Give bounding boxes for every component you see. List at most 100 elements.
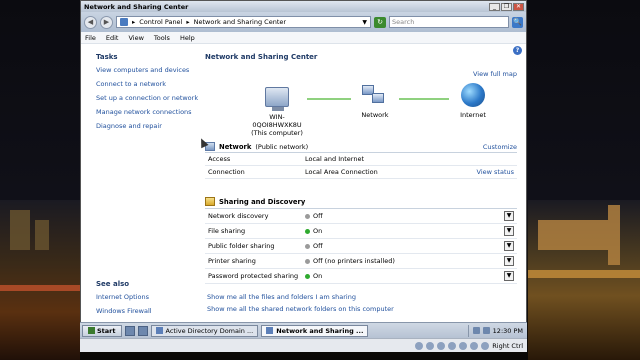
menu-view[interactable]: View	[128, 34, 143, 42]
menu-edit[interactable]: Edit	[106, 34, 119, 42]
status-on-icon	[305, 273, 310, 279]
maximize-button[interactable]: ❐	[501, 2, 512, 11]
map-node-internet[interactable]: Internet	[453, 83, 493, 119]
expand-password-sharing-button[interactable]: ▼	[504, 271, 514, 281]
close-button[interactable]: ✕	[513, 2, 524, 11]
quicklaunch-desktop-icon[interactable]	[137, 325, 148, 336]
system-tray: 12:30 PM	[467, 324, 527, 337]
task-view-computers[interactable]: View computers and devices	[96, 66, 206, 74]
breadcrumb-control-panel[interactable]: Control Panel	[139, 18, 182, 26]
tasks-panel: Tasks View computers and devices Connect…	[96, 53, 206, 136]
breadcrumb-sep-2: ▸	[186, 18, 190, 26]
network-section: Network (Public network) Customize Acces…	[205, 141, 517, 179]
internet-label: Internet	[460, 111, 486, 119]
expand-public-folder-button[interactable]: ▼	[504, 241, 514, 251]
row-value-text: Off (no printers installed)	[313, 257, 395, 265]
sharing-row: Public folder sharing Off ▼	[205, 239, 517, 254]
windows-logo-icon	[88, 327, 95, 334]
link-internet-options[interactable]: Internet Options	[96, 293, 206, 301]
see-also-panel: See also Internet Options Windows Firewa…	[96, 280, 206, 321]
expand-printer-sharing-button[interactable]: ▼	[504, 256, 514, 266]
task-network-sharing[interactable]: Network and Sharing ...	[261, 324, 369, 337]
sharing-heading: Sharing and Discovery	[219, 197, 306, 206]
row-value-text: Off	[313, 242, 323, 250]
forward-button[interactable]: ▶	[100, 15, 113, 29]
sharing-row: File sharing On ▼	[205, 224, 517, 239]
sharing-section-header: Sharing and Discovery	[205, 195, 517, 209]
view-full-map-link[interactable]: View full map	[473, 70, 517, 78]
quicklaunch-server-icon[interactable]	[124, 325, 135, 336]
title-bar: Network and Sharing Center _ ❐ ✕	[81, 1, 526, 12]
vm-status-bar: Right Ctrl	[80, 338, 527, 352]
address-dropdown-icon[interactable]: ▼	[362, 19, 367, 26]
expand-file-sharing-button[interactable]: ▼	[504, 226, 514, 236]
network-label: Network	[361, 111, 389, 119]
task-label: Network and Sharing ...	[276, 326, 364, 335]
menu-help[interactable]: Help	[180, 34, 195, 42]
map-node-computer[interactable]: WIN-0QOI8HWXK8U (This computer)	[245, 87, 309, 137]
network-type: (Public network)	[255, 142, 309, 151]
customize-link[interactable]: Customize	[483, 143, 517, 151]
task-diagnose-repair[interactable]: Diagnose and repair	[96, 122, 206, 130]
start-button[interactable]: Start	[82, 324, 122, 337]
address-field[interactable]: ▸ Control Panel ▸ Network and Sharing Ce…	[116, 16, 371, 28]
map-node-network[interactable]: Network	[355, 85, 395, 119]
row-value: Off (no printers installed)	[305, 257, 504, 265]
start-label: Start	[97, 326, 116, 335]
network-row-connection: Connection Local Area Connection View st…	[205, 166, 517, 179]
view-status-link[interactable]: View status	[477, 168, 517, 176]
sharing-row: Network discovery Off ▼	[205, 209, 517, 224]
sharing-icon	[205, 197, 215, 206]
bottom-links: Show me all the files and folders I am s…	[207, 293, 394, 317]
menu-tools[interactable]: Tools	[154, 34, 170, 42]
row-key: Printer sharing	[208, 257, 256, 265]
vm-mouse-icon	[481, 341, 490, 350]
refresh-button[interactable]: ↻	[374, 16, 386, 28]
minimize-button[interactable]: _	[489, 2, 500, 11]
search-icon[interactable]: 🔍	[512, 16, 523, 28]
tray-network-icon[interactable]	[472, 327, 480, 334]
vm-display-icon	[470, 341, 479, 350]
link-windows-firewall[interactable]: Windows Firewall	[96, 307, 206, 315]
vm-usb-icon	[437, 341, 446, 350]
network-task-icon	[266, 327, 274, 334]
taskbar: Start Active Directory Domain ... Networ…	[80, 322, 527, 338]
breadcrumb-sep-1: ▸	[132, 18, 136, 26]
show-shared-folders-link[interactable]: Show me all the shared network folders o…	[207, 305, 394, 313]
desktop-city-right	[528, 200, 640, 360]
clock[interactable]: 12:30 PM	[493, 327, 523, 335]
globe-icon	[461, 83, 485, 107]
task-label: Active Directory Domain ...	[165, 326, 254, 335]
task-active-directory[interactable]: Active Directory Domain ...	[150, 324, 259, 337]
row-value-text: Off	[313, 212, 323, 220]
tray-volume-icon[interactable]	[482, 327, 490, 334]
show-shared-files-link[interactable]: Show me all the files and folders I am s…	[207, 293, 394, 301]
network-map: WIN-0QOI8HWXK8U (This computer) Network …	[205, 81, 517, 141]
vm-cd-icon	[426, 341, 435, 350]
row-value: Local and Internet	[305, 155, 365, 163]
row-value-text: On	[313, 272, 323, 280]
network-section-header: Network (Public network) Customize	[205, 141, 517, 153]
task-manage-connections[interactable]: Manage network connections	[96, 108, 206, 116]
row-value: On	[305, 227, 504, 235]
status-on-icon	[305, 228, 310, 234]
window-title: Network and Sharing Center	[84, 2, 189, 11]
search-input[interactable]: Search	[389, 16, 509, 28]
task-setup-connection[interactable]: Set up a connection or network	[96, 94, 206, 102]
sharing-row: Password protected sharing On ▼	[205, 269, 517, 284]
back-button[interactable]: ◀	[84, 15, 97, 29]
network-name: Network	[219, 142, 252, 151]
row-value: On	[305, 272, 504, 280]
expand-network-discovery-button[interactable]: ▼	[504, 211, 514, 221]
computer-icon	[265, 87, 289, 111]
menu-file[interactable]: File	[85, 34, 96, 42]
vm-shared-icon	[459, 341, 468, 350]
row-key: Password protected sharing	[208, 272, 299, 280]
vm-network-icon	[448, 341, 457, 350]
see-also-heading: See also	[96, 280, 130, 288]
task-connect-network[interactable]: Connect to a network	[96, 80, 206, 88]
network-sharing-window: Network and Sharing Center _ ❐ ✕ ◀ ▶ ▸ C…	[80, 0, 527, 352]
main-content: Network and Sharing Center View full map…	[205, 53, 517, 313]
row-value: Off	[305, 242, 504, 250]
breadcrumb-network-sharing[interactable]: Network and Sharing Center	[194, 18, 286, 26]
